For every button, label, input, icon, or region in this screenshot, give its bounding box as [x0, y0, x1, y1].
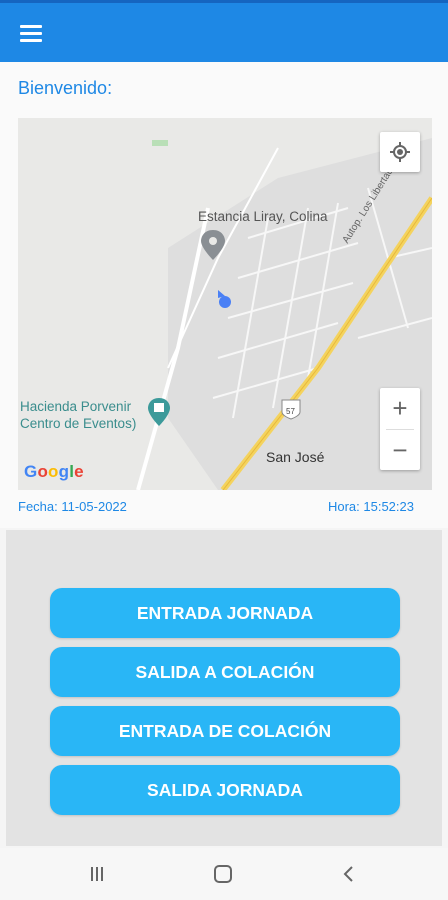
- map-view[interactable]: Estancia Liray, Colina Autop. Los Libert…: [18, 118, 432, 490]
- recent-apps-button[interactable]: [84, 862, 110, 886]
- map-label-hacienda-line1: Hacienda Porvenir: [20, 399, 132, 414]
- back-icon: [343, 866, 353, 882]
- back-button[interactable]: [336, 862, 362, 886]
- zoom-controls: + −: [380, 388, 420, 470]
- map-base: [18, 118, 432, 490]
- map-label-san-jose: San José: [266, 449, 325, 465]
- map-label-hacienda-line2: Centro de Eventos): [20, 416, 137, 431]
- salida-colacion-button[interactable]: SALIDA A COLACIÓN: [50, 647, 400, 697]
- entrada-jornada-button[interactable]: ENTRADA JORNADA: [50, 588, 400, 638]
- my-location-button[interactable]: [380, 132, 420, 172]
- map-route-shield-label: 57: [286, 407, 295, 416]
- recent-apps-icon: [91, 867, 103, 881]
- entrada-colacion-button[interactable]: ENTRADA DE COLACIÓN: [50, 706, 400, 756]
- salida-jornada-button[interactable]: SALIDA JORNADA: [50, 765, 400, 815]
- map-label-estancia: Estancia Liray, Colina: [198, 209, 328, 224]
- home-button[interactable]: [210, 862, 236, 886]
- zoom-out-button[interactable]: −: [380, 430, 420, 470]
- hamburger-menu-icon[interactable]: [20, 25, 42, 42]
- time-label: Hora: 15:52:23: [327, 499, 414, 514]
- app-bar: [0, 0, 448, 62]
- home-icon: [214, 865, 232, 883]
- my-location-icon: [390, 142, 410, 162]
- welcome-label: Bienvenido:: [18, 78, 113, 98]
- system-nav-bar: [0, 848, 448, 900]
- date-label: Fecha: 11-05-2022: [18, 499, 127, 514]
- google-attribution: Google: [24, 462, 84, 481]
- zoom-in-button[interactable]: +: [380, 388, 420, 428]
